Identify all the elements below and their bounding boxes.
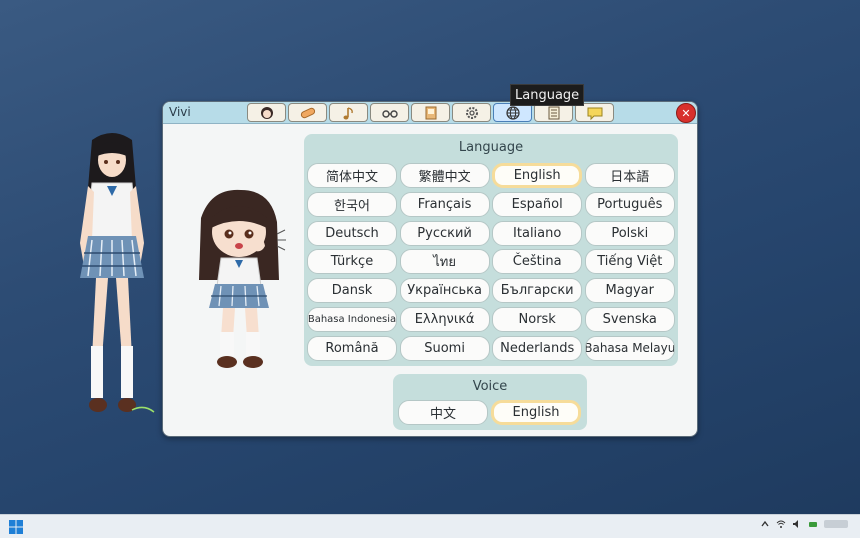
character-icon — [260, 106, 273, 119]
language-panel: Language 简体中文 繁體中文 English 日本語 한국어 Franç… — [304, 134, 678, 366]
language-option[interactable]: 简体中文 — [307, 163, 397, 188]
language-option[interactable]: Nederlands — [492, 335, 583, 361]
language-option[interactable]: Русский — [399, 220, 490, 246]
language-option[interactable]: 繁體中文 — [399, 163, 490, 188]
language-option[interactable]: Tiếng Việt — [584, 249, 675, 275]
book-icon — [425, 106, 436, 119]
network-icon[interactable] — [776, 519, 786, 529]
language-option[interactable]: Bahasa Indonesia — [307, 306, 397, 332]
title-bar[interactable]: Vivi ✕ — [163, 102, 697, 124]
language-option[interactable]: Українська — [399, 278, 490, 304]
standing-character-image — [80, 133, 155, 413]
language-panel-title: Language — [458, 140, 524, 155]
clock[interactable] — [824, 520, 848, 528]
language-option[interactable]: Bahasa Melayu — [584, 335, 675, 361]
windows-start-icon[interactable] — [9, 520, 23, 534]
close-button[interactable]: ✕ — [676, 103, 696, 123]
language-option[interactable]: Deutsch — [307, 220, 397, 246]
chibi-character-image — [199, 189, 286, 368]
voice-option[interactable]: 中文 — [398, 400, 488, 425]
bandage-icon — [300, 107, 315, 118]
language-option[interactable]: ไทย — [399, 249, 490, 275]
language-option[interactable]: Türkçe — [307, 249, 397, 275]
tab-music[interactable] — [329, 103, 368, 122]
system-tray — [760, 519, 848, 529]
glasses-icon — [381, 109, 398, 118]
tab-book[interactable] — [411, 103, 450, 122]
tab-settings[interactable] — [452, 103, 491, 122]
voice-option-selected[interactable]: English — [491, 400, 581, 425]
volume-icon[interactable] — [792, 519, 802, 529]
language-option[interactable]: Norsk — [492, 306, 583, 332]
speech-bubble-icon — [587, 107, 602, 120]
gear-icon — [465, 106, 478, 119]
tab-glasses[interactable] — [370, 103, 409, 122]
tab-bandage[interactable] — [288, 103, 327, 122]
language-option[interactable]: Български — [492, 278, 583, 304]
language-option[interactable]: Português — [584, 191, 675, 217]
language-option[interactable]: 한국어 — [307, 191, 397, 217]
app-tray-icon[interactable] — [808, 519, 818, 529]
language-option[interactable]: Español — [492, 191, 583, 217]
language-option[interactable]: Magyar — [584, 278, 675, 304]
voice-options: 中文 English — [398, 400, 581, 425]
settings-window: Vivi ✕ Language 简体中文 繁體中文 English 日本語 한국… — [162, 101, 698, 437]
language-option[interactable]: Dansk — [307, 278, 397, 304]
language-option[interactable]: Ελληνικά — [399, 306, 490, 332]
chevron-up-icon[interactable] — [760, 519, 770, 529]
tab-character[interactable] — [247, 103, 286, 122]
language-options: 简体中文 繁體中文 English 日本語 한국어 Français Españ… — [307, 163, 675, 361]
language-option[interactable]: Română — [307, 335, 397, 361]
language-option[interactable]: Svenska — [584, 306, 675, 332]
tooltip: Language — [510, 84, 585, 106]
language-option[interactable]: Polski — [584, 220, 675, 246]
language-option[interactable]: Italiano — [492, 220, 583, 246]
music-note-icon — [343, 106, 353, 119]
language-option[interactable]: Čeština — [492, 249, 583, 275]
taskbar — [0, 514, 860, 538]
voice-panel-title: Voice — [472, 379, 508, 394]
app-title: Vivi — [169, 105, 191, 119]
voice-panel: Voice 中文 English — [393, 374, 587, 430]
language-option-selected[interactable]: English — [492, 163, 583, 188]
language-option[interactable]: Suomi — [399, 335, 490, 361]
language-option[interactable]: Français — [399, 191, 490, 217]
language-option[interactable]: 日本語 — [584, 163, 675, 188]
